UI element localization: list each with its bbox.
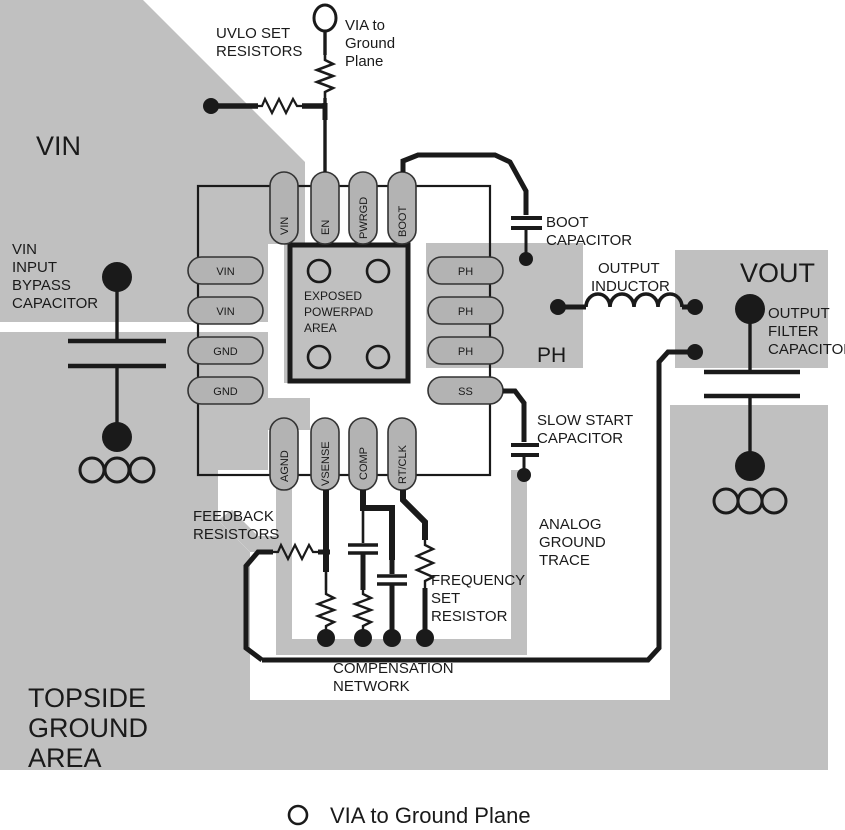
vin-plane-label: VIN	[36, 131, 81, 161]
exposed-powerpad: EXPOSED POWERPAD AREA	[287, 242, 411, 384]
uvlo-resistor-lower-icon	[258, 96, 302, 116]
pin-label: VSENSE	[320, 441, 332, 486]
via-circle-icon	[287, 804, 309, 826]
ss-trace	[503, 388, 527, 442]
pin-label: PH	[458, 346, 473, 358]
frequency-set-label-line3: RESISTOR	[431, 608, 508, 625]
vout-plane-label: VOUT	[740, 258, 815, 288]
ic-pins-bottom: AGND VSENSE COMP RT/CLK	[269, 417, 417, 491]
analog-ground-label-line2: GROUND	[539, 534, 606, 551]
comp-ground-pad	[317, 629, 335, 647]
slow-start-label-line2: CAPACITOR	[537, 430, 623, 447]
pin-label: VIN	[216, 266, 234, 278]
ph-plane-label: PH	[537, 344, 566, 367]
pin-label: VIN	[279, 217, 291, 235]
pin-label: RT/CLK	[397, 444, 409, 484]
feedback-resistors-label-line1: FEEDBACK	[193, 508, 274, 525]
vin-bypass-label-line2: INPUT	[12, 259, 57, 276]
diagram-canvas: EXPOSED POWERPAD AREA VIN EN PWRGD BOOT …	[0, 0, 845, 828]
pin-label: SS	[458, 386, 473, 398]
frequency-set-label-line2: SET	[431, 590, 460, 607]
pin-label: EN	[320, 220, 332, 235]
pin-boot[interactable]: BOOT	[387, 171, 417, 245]
vin-bypass-label-line3: BYPASS	[12, 277, 71, 294]
powerpad-label-line2: POWERPAD	[304, 305, 373, 319]
boot-cap-label-line1: BOOT	[546, 214, 589, 231]
compensation-label-line1: COMPENSATION	[333, 660, 454, 677]
pin-agnd[interactable]: AGND	[269, 417, 299, 491]
topside-label-line1: TOPSIDE	[28, 683, 146, 713]
uvlo-node-pad	[203, 98, 219, 114]
ss-cap-node-pad	[517, 468, 531, 482]
analog-ground-label-line1: ANALOG	[539, 516, 602, 533]
pin-label: COMP	[358, 447, 370, 480]
pin-label: AGND	[279, 450, 291, 482]
pin-vin-left-2[interactable]: VIN	[187, 296, 264, 325]
via-top-label-line2: Ground	[345, 35, 395, 52]
output-filter-label-line2: FILTER	[768, 323, 819, 340]
legend: VIA to Ground Plane	[287, 803, 531, 828]
comp-ground-pad	[383, 629, 401, 647]
comp-ground-pad	[354, 629, 372, 647]
pin-label: GND	[213, 346, 238, 358]
via-top-label-line3: Plane	[345, 53, 383, 70]
comp-ground-pad	[416, 629, 434, 647]
frequency-set-label-line1: FREQUENCY	[431, 572, 525, 589]
pin-ph-1[interactable]: PH	[427, 256, 504, 285]
pin-comp[interactable]: COMP	[348, 417, 378, 491]
output-inductor-label-line2: INDUCTOR	[591, 278, 670, 295]
pin-ss[interactable]: SS	[427, 376, 504, 405]
pin-en[interactable]: EN	[310, 171, 340, 245]
legend-label: VIA to Ground Plane	[330, 803, 531, 828]
pin-label: PH	[458, 266, 473, 278]
pin-label: GND	[213, 386, 238, 398]
pcb-layout-diagram: EXPOSED POWERPAD AREA VIN EN PWRGD BOOT …	[0, 0, 845, 830]
vout-node-pad	[687, 299, 703, 315]
via-to-ground-plane-icon	[312, 3, 338, 33]
pin-ph-3[interactable]: PH	[427, 336, 504, 365]
copper-pours	[0, 0, 828, 770]
topside-label-line3: AREA	[28, 743, 102, 773]
boot-cap-node-pad	[519, 252, 533, 266]
pin-pwrgd[interactable]: PWRGD	[348, 171, 378, 245]
uvlo-label-line1: UVLO SET	[216, 25, 290, 42]
pin-rtclk[interactable]: RT/CLK	[387, 417, 417, 491]
feedback-resistors-label-line2: RESISTORS	[193, 526, 279, 543]
vin-cap-bottom-pad	[102, 422, 132, 452]
pin-vin-top[interactable]: VIN	[269, 171, 299, 245]
vin-bypass-label-line1: VIN	[12, 241, 37, 258]
compensation-label-line2: NETWORK	[333, 678, 410, 695]
pin-label: PWRGD	[358, 197, 370, 239]
pin-label: VIN	[216, 306, 234, 318]
pin-gnd-left-1[interactable]: GND	[187, 336, 264, 365]
output-filter-label-line1: OUTPUT	[768, 305, 830, 322]
output-inductor-label-line1: OUTPUT	[598, 260, 660, 277]
pin-vsense[interactable]: VSENSE	[310, 417, 340, 491]
vin-bypass-label-line4: CAPACITOR	[12, 295, 98, 312]
output-filter-label-line3: CAPACITOR	[768, 341, 845, 358]
pin-ph-2[interactable]: PH	[427, 296, 504, 325]
powerpad-label-line3: AREA	[304, 321, 337, 335]
pin-vin-left-1[interactable]: VIN	[187, 256, 264, 285]
boot-cap-label-line2: CAPACITOR	[546, 232, 632, 249]
output-inductor-icon	[584, 292, 684, 308]
analog-ground-label-line3: TRACE	[539, 552, 590, 569]
powerpad-label-line1: EXPOSED	[304, 289, 362, 303]
vout-cap-bottom-pad	[735, 451, 765, 481]
uvlo-label-line2: RESISTORS	[216, 43, 302, 60]
pin-gnd-left-2[interactable]: GND	[187, 376, 264, 405]
slow-start-label-line1: SLOW START	[537, 412, 633, 429]
slow-start-capacitor	[503, 388, 539, 482]
via-top-label-line1: VIA to	[345, 17, 385, 34]
pin-label: PH	[458, 306, 473, 318]
pin-label: BOOT	[397, 206, 409, 237]
topside-label-line2: GROUND	[28, 713, 148, 743]
uvlo-resistor-upper-icon	[313, 55, 337, 98]
